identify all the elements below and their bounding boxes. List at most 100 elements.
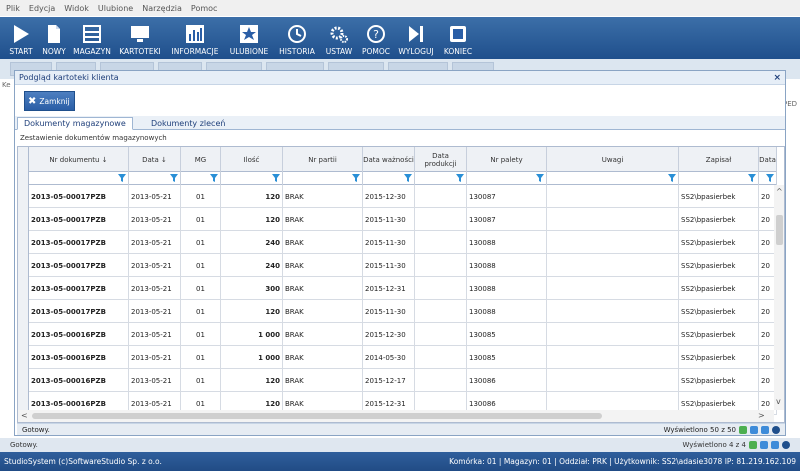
filter-icon[interactable]: [352, 174, 360, 182]
table-cell: 2015-12-17: [363, 369, 415, 392]
table-cell: 2013-05-00017PZB: [29, 231, 129, 254]
table-cell: 2014-05-30: [363, 346, 415, 369]
row-selector[interactable]: [18, 277, 29, 300]
filter-cell[interactable]: [181, 172, 221, 185]
table-cell: [415, 277, 467, 300]
column-header[interactable]: Data ważności: [363, 147, 415, 172]
refresh-icon[interactable]: [749, 441, 757, 449]
column-header[interactable]: Ilość: [221, 147, 283, 172]
tab-warehouse-documents[interactable]: Dokumenty magazynowe: [17, 117, 133, 130]
menu-file[interactable]: Plik: [6, 4, 20, 13]
column-header[interactable]: Nr palety: [467, 147, 547, 172]
filter-cell[interactable]: [221, 172, 283, 185]
filter-icon[interactable]: [748, 174, 756, 182]
filter-cell[interactable]: [129, 172, 181, 185]
copyright-text: StudioSystem (c)SoftwareStudio Sp. z o.o…: [4, 457, 162, 466]
column-header[interactable]: MG: [181, 147, 221, 172]
table-row[interactable]: 2013-05-00017PZB 2013-05-21 01 120 BRAK 2015-…: [18, 300, 777, 323]
table-row[interactable]: 2013-05-00017PZB 2013-05-21 01 120 BRAK 2015-…: [18, 208, 777, 231]
filter-cell[interactable]: [363, 172, 415, 185]
table-row[interactable]: 2013-05-00017PZB 2013-05-21 01 240 BRAK 2015-…: [18, 231, 777, 254]
exit-button[interactable]: KONIEC: [438, 19, 478, 59]
table-cell: SS2\bpasierbek: [679, 254, 759, 277]
export-icon[interactable]: [771, 441, 779, 449]
filter-cell[interactable]: [679, 172, 759, 185]
warehouse-button[interactable]: MAGAZYN: [70, 19, 114, 59]
column-header[interactable]: Nr dokumentu ↓: [29, 147, 129, 172]
row-selector[interactable]: [18, 300, 29, 323]
scrollbar-thumb[interactable]: [32, 413, 602, 419]
table-row[interactable]: 2013-05-00016PZB 2013-05-21 01 120 BRAK 2015-…: [18, 369, 777, 392]
filter-cell[interactable]: [415, 172, 467, 185]
scroll-up-icon[interactable]: ^: [776, 187, 783, 196]
row-selector[interactable]: [18, 346, 29, 369]
column-header[interactable]: Data ↓: [129, 147, 181, 172]
start-button[interactable]: START: [4, 19, 38, 59]
row-selector[interactable]: [18, 208, 29, 231]
help-button[interactable]: ? POMOC: [358, 19, 394, 59]
dialog-title: Podgląd kartoteki klienta: [19, 73, 119, 82]
filter-icon[interactable]: [118, 174, 126, 182]
table-row[interactable]: 2013-05-00017PZB 2013-05-21 01 300 BRAK 2015-…: [18, 277, 777, 300]
scrollbar-thumb[interactable]: [776, 215, 783, 245]
row-selector[interactable]: [18, 231, 29, 254]
scroll-left-icon[interactable]: <: [21, 411, 28, 420]
export-icon[interactable]: [761, 425, 769, 434]
column-header[interactable]: Nr partii: [283, 147, 363, 172]
new-button[interactable]: NOWY: [38, 19, 70, 59]
filter-icon[interactable]: [766, 174, 774, 182]
table-cell: 2013-05-00017PZB: [29, 277, 129, 300]
close-button[interactable]: ✖ Zamknij: [24, 91, 75, 111]
filter-cell[interactable]: [467, 172, 547, 185]
menu-favorites[interactable]: Ulubione: [98, 4, 133, 13]
column-header[interactable]: Data produkcji: [415, 147, 467, 172]
filter-cell[interactable]: [29, 172, 129, 185]
table-row[interactable]: 2013-05-00016PZB 2013-05-21 01 1 000 BRAK 201…: [18, 323, 777, 346]
row-selector[interactable]: [18, 369, 29, 392]
help-icon[interactable]: [782, 441, 790, 449]
filter-cell[interactable]: [547, 172, 679, 185]
records-button[interactable]: KARTOTEKI: [114, 19, 166, 59]
filter-icon[interactable]: [668, 174, 676, 182]
horizontal-scrollbar[interactable]: < >: [18, 410, 774, 422]
column-header[interactable]: Data: [759, 147, 777, 172]
filter-icon[interactable]: [272, 174, 280, 182]
row-selector[interactable]: [18, 323, 29, 346]
table-row[interactable]: 2013-05-00017PZB 2013-05-21 01 120 BRAK 2015-…: [18, 185, 777, 208]
menu-help[interactable]: Pomoc: [191, 4, 218, 13]
menu-edit[interactable]: Edycja: [29, 4, 55, 13]
menu-view[interactable]: Widok: [64, 4, 89, 13]
filter-icon[interactable]: [210, 174, 218, 182]
filter-icon[interactable]: [170, 174, 178, 182]
column-header[interactable]: Uwagi: [547, 147, 679, 172]
table-row[interactable]: 2013-05-00017PZB 2013-05-21 01 240 BRAK 2015-…: [18, 254, 777, 277]
row-selector[interactable]: [18, 185, 29, 208]
settings-button[interactable]: USTAW: [320, 19, 358, 59]
filter-icon[interactable]: [536, 174, 544, 182]
navigate-icon[interactable]: [750, 425, 758, 434]
refresh-icon[interactable]: [739, 425, 747, 434]
vertical-scrollbar[interactable]: ^ v: [774, 185, 784, 410]
history-button[interactable]: HISTORIA: [274, 19, 320, 59]
favorites-button[interactable]: ULUBIONE: [224, 19, 274, 59]
filter-icon[interactable]: [404, 174, 412, 182]
table-cell: SS2\bpasierbek: [679, 277, 759, 300]
scroll-down-icon[interactable]: v: [776, 397, 781, 406]
filter-icon[interactable]: [456, 174, 464, 182]
filter-cell[interactable]: [759, 172, 777, 185]
filter-cell[interactable]: [283, 172, 363, 185]
table-cell: BRAK: [283, 208, 363, 231]
navigate-icon[interactable]: [760, 441, 768, 449]
help-icon[interactable]: [772, 425, 780, 434]
table-cell: 2013-05-21: [129, 185, 181, 208]
row-selector[interactable]: [18, 254, 29, 277]
tab-order-documents[interactable]: Dokumenty zleceń: [145, 117, 231, 130]
close-icon[interactable]: ×: [773, 73, 781, 83]
table-row[interactable]: 2013-05-00016PZB 2013-05-21 01 1 000 BRAK 201…: [18, 346, 777, 369]
logout-button[interactable]: WYLOGUJ: [394, 19, 438, 59]
scroll-right-icon[interactable]: >: [758, 411, 765, 420]
table-cell: [547, 369, 679, 392]
info-button[interactable]: INFORMACJE: [166, 19, 224, 59]
column-header[interactable]: Zapisał: [679, 147, 759, 172]
menu-tools[interactable]: Narzędzia: [142, 4, 182, 13]
